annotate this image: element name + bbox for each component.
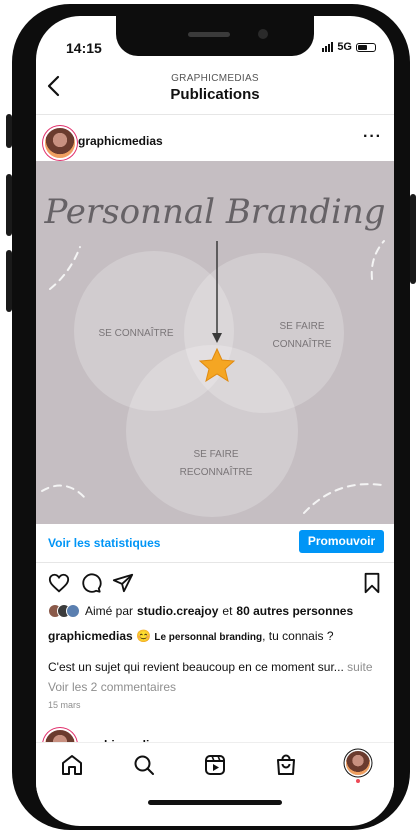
stats-row: Voir les statistiques Promouvoir bbox=[36, 524, 394, 564]
status-indicators: 5G bbox=[322, 41, 376, 53]
label-reconnaitre: RECONNAÎTRE bbox=[180, 465, 253, 478]
likes-and: et bbox=[222, 604, 233, 618]
home-icon[interactable] bbox=[60, 753, 84, 782]
caption-second-line: C'est un sujet qui revient beaucoup en c… bbox=[48, 660, 388, 674]
post-image[interactable]: Personnal Branding SE CONNAÎTRE SE FAIRE… bbox=[36, 161, 394, 524]
post-username[interactable]: graphicmedias bbox=[78, 134, 163, 148]
personal-branding-graphic: Personnal Branding SE CONNAÎTRE SE FAIRE… bbox=[41, 192, 386, 517]
notch bbox=[116, 16, 314, 56]
header-divider bbox=[36, 114, 394, 115]
post-header: graphicmedias ··· bbox=[36, 122, 394, 164]
caption-username[interactable]: graphicmedias bbox=[48, 629, 133, 643]
view-comments-link[interactable]: Voir les 2 commentaires bbox=[48, 680, 176, 694]
post-date: 15 mars bbox=[48, 700, 81, 710]
caption-more-link[interactable]: suite bbox=[347, 660, 372, 674]
volume-up-button bbox=[6, 174, 12, 236]
caption-line2-text: C'est un sujet qui revient beaucoup en c… bbox=[48, 660, 344, 674]
more-dots-icon[interactable]: ··· bbox=[363, 128, 382, 146]
home-indicator[interactable] bbox=[148, 800, 282, 805]
post-actions bbox=[36, 572, 394, 598]
page-header: GRAPHICMEDIAS Publications bbox=[36, 68, 394, 112]
liked-by-user[interactable]: studio.creajoy bbox=[137, 604, 218, 618]
promote-button[interactable]: Promouvoir bbox=[299, 530, 384, 553]
likes-prefix: Aimé par bbox=[85, 604, 134, 618]
label-connaitre: CONNAÎTRE bbox=[273, 337, 332, 350]
heart-icon[interactable] bbox=[48, 572, 70, 599]
battery-icon bbox=[356, 42, 376, 52]
reels-icon[interactable] bbox=[203, 753, 227, 782]
notification-dot bbox=[356, 779, 360, 783]
search-icon[interactable] bbox=[132, 753, 156, 782]
avatar[interactable] bbox=[45, 128, 75, 158]
shop-icon[interactable] bbox=[274, 753, 298, 782]
likes-count[interactable]: 80 autres personnes bbox=[236, 604, 353, 618]
comment-icon[interactable] bbox=[80, 572, 102, 599]
graphic-title: Personnal Branding bbox=[43, 192, 385, 232]
post-caption: graphicmedias 😊 Le personnal branding, t… bbox=[48, 628, 388, 646]
mute-switch bbox=[6, 114, 12, 148]
liker-avatars bbox=[48, 604, 80, 618]
stats-link[interactable]: Voir les statistiques bbox=[48, 536, 160, 550]
share-icon[interactable] bbox=[112, 572, 134, 599]
power-button bbox=[410, 194, 416, 284]
stats-divider bbox=[36, 562, 394, 563]
label-se-faire-2: SE FAIRE bbox=[193, 449, 238, 460]
caption-emoji: 😊 bbox=[136, 629, 151, 643]
page-title: Publications bbox=[170, 86, 260, 103]
bookmark-icon[interactable] bbox=[362, 572, 382, 599]
volume-down-button bbox=[6, 250, 12, 312]
speaker bbox=[188, 32, 230, 37]
caption-rest: , tu connais ? bbox=[262, 629, 334, 643]
caption-bold: Le personnal branding bbox=[154, 632, 263, 643]
network-label: 5G bbox=[337, 41, 352, 53]
header-subtitle: GRAPHICMEDIAS bbox=[171, 73, 259, 84]
front-camera bbox=[258, 29, 268, 39]
signal-icon bbox=[322, 42, 334, 52]
likes-line[interactable]: Aimé par studio.creajoy et 80 autres per… bbox=[48, 604, 353, 618]
label-se-connaitre: SE CONNAÎTRE bbox=[98, 326, 173, 339]
status-time: 14:15 bbox=[66, 40, 102, 56]
profile-icon[interactable] bbox=[346, 751, 370, 783]
phone-screen: 14:15 5G GRAPHICMEDIAS Publications grap… bbox=[36, 16, 394, 826]
label-se-faire: SE FAIRE bbox=[279, 321, 324, 332]
bottom-nav bbox=[36, 742, 394, 793]
